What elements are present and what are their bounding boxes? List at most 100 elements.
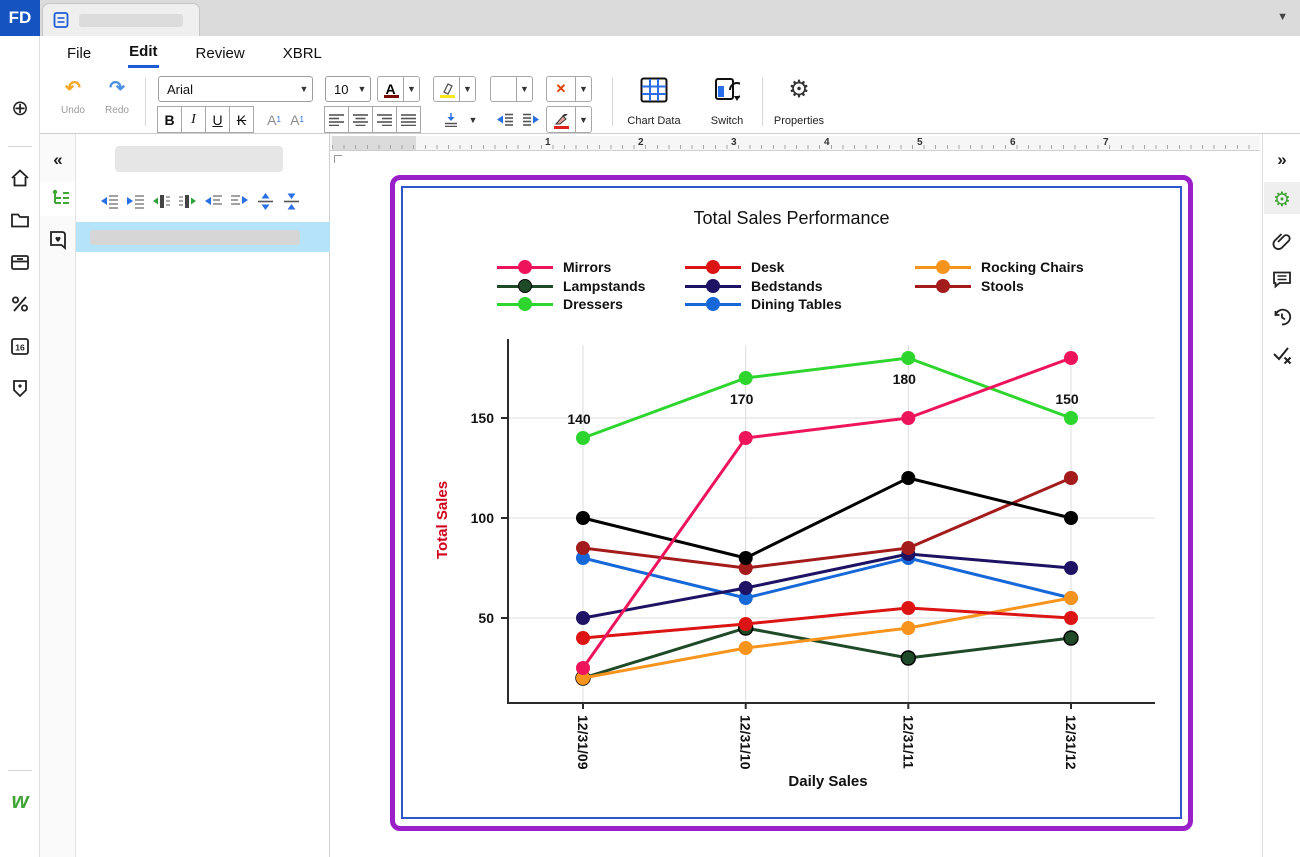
align-center-button[interactable] bbox=[348, 106, 373, 133]
ruler-ticks bbox=[332, 145, 1258, 149]
properties-button[interactable]: ⚙ Properties bbox=[767, 75, 831, 129]
indent-section-button[interactable] bbox=[126, 192, 145, 211]
bold-button[interactable]: B bbox=[157, 106, 182, 133]
legend-label: Rocking Chairs bbox=[981, 259, 1084, 275]
comments-icon[interactable] bbox=[1271, 268, 1293, 290]
subscript-button[interactable]: A1 bbox=[285, 106, 309, 133]
indent-button[interactable] bbox=[517, 106, 544, 133]
bookmark-heart-icon bbox=[47, 229, 69, 251]
italic-button[interactable]: I bbox=[181, 106, 206, 133]
legend-swatch bbox=[497, 297, 553, 311]
legend-label: Desk bbox=[751, 259, 784, 275]
outdent-button[interactable] bbox=[491, 106, 518, 133]
clear-formatting-button[interactable]: ✕ ▼ bbox=[546, 76, 592, 102]
legend-item: Dining Tables bbox=[685, 297, 842, 311]
insert-section-above-button[interactable] bbox=[152, 192, 171, 211]
marker-pen-icon bbox=[553, 114, 569, 126]
rail-divider bbox=[8, 770, 32, 771]
legend-swatch bbox=[915, 260, 971, 274]
chart-data-icon bbox=[640, 77, 668, 103]
chevron-down-icon: ▼ bbox=[517, 76, 533, 102]
document-tab[interactable] bbox=[42, 3, 200, 36]
outline-item-selected[interactable] bbox=[76, 222, 330, 252]
home-icon[interactable] bbox=[9, 167, 31, 189]
undo-button[interactable]: ↶ Undo bbox=[53, 79, 93, 116]
highlight-color-button[interactable]: ▼ bbox=[433, 76, 476, 102]
menu-item-file[interactable]: File bbox=[66, 40, 92, 67]
switch-button[interactable]: Switch bbox=[697, 75, 757, 129]
line-spacing-button[interactable]: ▼ bbox=[437, 106, 481, 133]
highlighter-icon bbox=[440, 83, 454, 95]
review-checks-icon[interactable] bbox=[1271, 344, 1293, 366]
superscript-button[interactable]: A1 bbox=[262, 106, 286, 133]
tab-outline[interactable] bbox=[40, 182, 75, 216]
add-circle-icon[interactable]: ⊕ bbox=[9, 96, 31, 118]
highlight-color-swatch bbox=[440, 95, 455, 98]
chart-data-button[interactable]: Chart Data bbox=[622, 75, 686, 129]
indent-group bbox=[492, 106, 544, 133]
menu-item-xbrl[interactable]: XBRL bbox=[282, 40, 323, 67]
move-section-right-button[interactable] bbox=[230, 192, 249, 211]
chevron-down-icon[interactable]: ▼ bbox=[1277, 11, 1288, 23]
style-select[interactable]: ▼ bbox=[490, 76, 533, 102]
horizontal-ruler: 1 2 3 4 5 6 7 bbox=[330, 136, 1260, 151]
painter-color-swatch bbox=[554, 126, 569, 129]
spacing-icon bbox=[444, 113, 458, 127]
align-justify-button[interactable] bbox=[396, 106, 421, 133]
folder-icon[interactable] bbox=[9, 209, 31, 231]
font-family-select[interactable]: Arial ▼ bbox=[158, 76, 313, 102]
legend-label: Dressers bbox=[563, 296, 623, 312]
chevron-down-icon: ▼ bbox=[460, 76, 476, 102]
archive-box-icon[interactable] bbox=[9, 251, 31, 273]
menu-item-review[interactable]: Review bbox=[195, 40, 246, 67]
legend-item: Stools bbox=[915, 279, 1084, 293]
chevron-down-icon: ▼ bbox=[576, 76, 592, 102]
calendar-16-icon[interactable]: 16 bbox=[9, 335, 31, 357]
legend-item: Desk bbox=[685, 260, 842, 274]
outdent-section-button[interactable] bbox=[100, 192, 119, 211]
collapse-sections-button[interactable] bbox=[282, 192, 301, 211]
legend-label: Bedstands bbox=[751, 278, 823, 294]
align-right-button[interactable] bbox=[372, 106, 397, 133]
font-color-button[interactable]: A ▼ bbox=[377, 76, 420, 102]
document-icon bbox=[53, 11, 69, 29]
underline-button[interactable]: U bbox=[205, 106, 230, 133]
legend-swatch bbox=[685, 260, 741, 274]
history-icon[interactable] bbox=[1271, 306, 1293, 328]
format-painter-button[interactable]: ▼ bbox=[546, 106, 592, 133]
tab-properties[interactable]: ⚙ bbox=[1264, 182, 1300, 214]
menu-item-edit[interactable]: Edit bbox=[128, 38, 158, 68]
expand-sections-button[interactable] bbox=[256, 192, 275, 211]
outline-panel bbox=[76, 134, 330, 857]
align-left-button[interactable] bbox=[324, 106, 349, 133]
toolbar-separator bbox=[612, 78, 613, 126]
font-style-group: B I U K bbox=[158, 106, 254, 133]
tag-icon[interactable] bbox=[9, 377, 31, 399]
left-navigation-rail: ⊕ 16 w bbox=[0, 36, 40, 857]
redo-button[interactable]: ↷ Redo bbox=[97, 79, 137, 116]
attachments-icon[interactable] bbox=[1271, 230, 1293, 252]
font-color-swatch bbox=[384, 95, 399, 98]
font-size-select[interactable]: 10 ▼ bbox=[325, 76, 371, 102]
percent-icon[interactable] bbox=[9, 293, 31, 315]
expand-panel-button[interactable]: » bbox=[1271, 150, 1293, 172]
strikethrough-button[interactable]: K bbox=[229, 106, 254, 133]
script-group: A1 A1 bbox=[263, 106, 309, 133]
legend-swatch bbox=[685, 279, 741, 293]
tab-bookmarks[interactable] bbox=[46, 229, 70, 253]
legend-swatch bbox=[685, 297, 741, 311]
move-section-left-button[interactable] bbox=[204, 192, 223, 211]
svg-text:16: 16 bbox=[15, 343, 25, 353]
collapse-panel-button[interactable]: « bbox=[46, 150, 70, 174]
legend-column: MirrorsLampstandsDressers bbox=[497, 260, 645, 316]
legend-label: Lampstands bbox=[563, 278, 645, 294]
menu-bar: File Edit Review XBRL bbox=[0, 36, 1300, 70]
fd-app-logo: FD bbox=[0, 0, 40, 36]
insert-section-below-button[interactable] bbox=[178, 192, 197, 211]
window-tab-bar: FD ▼ bbox=[0, 0, 1300, 36]
align-justify-icon bbox=[401, 113, 416, 126]
page-corner-mark bbox=[334, 155, 342, 163]
toolbar-separator bbox=[145, 78, 146, 126]
right-tool-rail: » ⚙ bbox=[1262, 134, 1300, 857]
align-right-icon bbox=[377, 113, 392, 126]
